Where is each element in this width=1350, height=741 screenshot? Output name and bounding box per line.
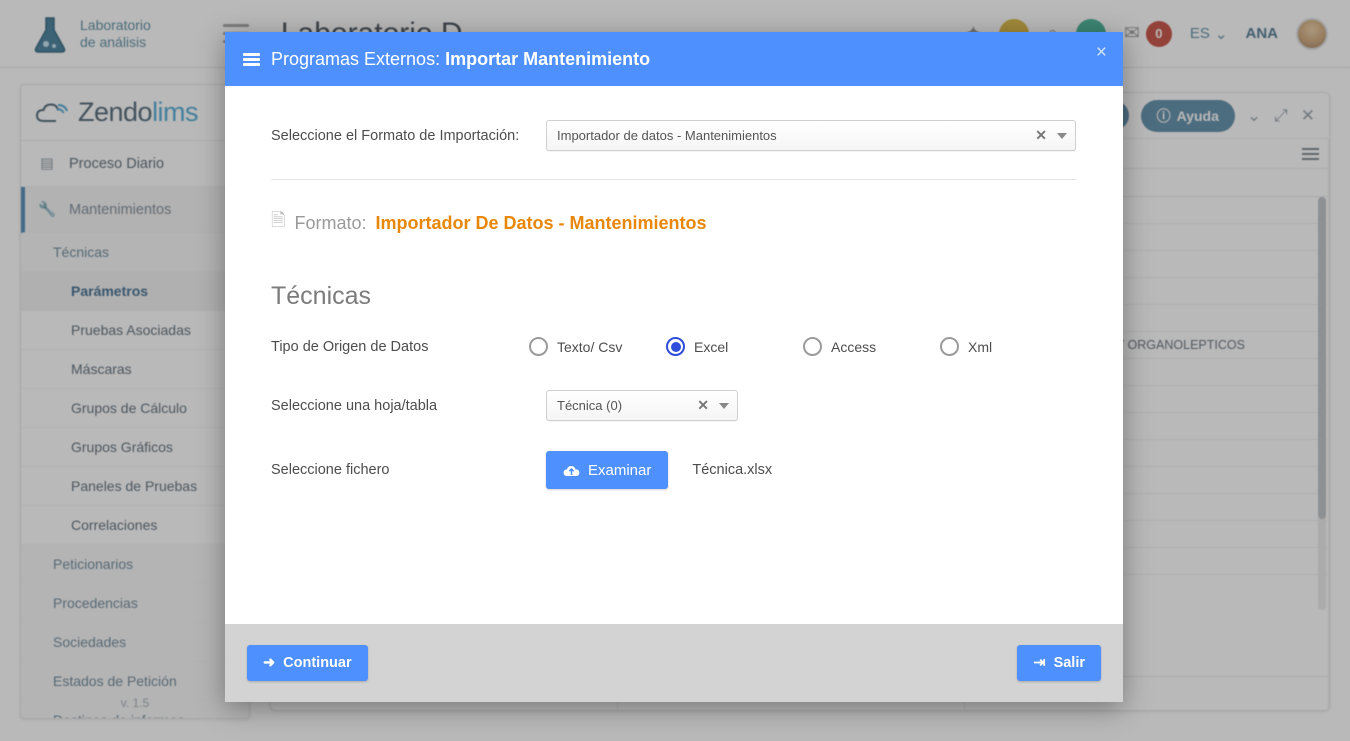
origin-radio-label: Texto/ Csv — [557, 338, 623, 355]
file-select-row: Seleccione fichero Examinar Técnica.xlsx — [271, 451, 1077, 489]
browse-button[interactable]: Examinar — [546, 451, 669, 489]
format-info: 🗎 Formato: Importador De Datos - Manteni… — [271, 208, 1077, 238]
origin-type-radio-group: Texto/ Csv Excel Access Xml — [529, 337, 1077, 356]
origin-radio-texto-csv[interactable]: Texto/ Csv — [529, 337, 666, 356]
radio-button-icon[interactable] — [666, 337, 685, 356]
origin-radio-excel[interactable]: Excel — [666, 337, 803, 356]
format-select[interactable]: Importador de datos - Mantenimientos ✕ — [546, 120, 1076, 151]
modal-header: Programas Externos: Importar Mantenimien… — [225, 32, 1123, 86]
exit-button[interactable]: ⇥ Salir — [1017, 645, 1101, 681]
sheet-select-label: Seleccione una hoja/tabla — [271, 397, 438, 414]
exit-button-label: Salir — [1053, 655, 1085, 671]
list-icon — [243, 52, 260, 66]
format-select-value: Importador de datos - Mantenimientos — [557, 128, 777, 143]
origin-type-label: Tipo de Origen de Datos — [271, 338, 429, 355]
sheet-select[interactable]: Técnica (0) ✕ — [546, 390, 738, 421]
section-divider — [271, 179, 1077, 180]
continue-button[interactable]: ➜ Continuar — [247, 645, 368, 681]
file-select-label: Seleccione fichero — [271, 462, 390, 478]
logout-icon: ⇥ — [1033, 655, 1046, 671]
cloud-upload-icon — [563, 465, 580, 476]
arrow-right-icon: ➜ — [263, 655, 276, 671]
document-icon: 🗎 — [271, 210, 286, 230]
modal-title: Programas Externos: Importar Mantenimien… — [271, 49, 650, 70]
origin-radio-access[interactable]: Access — [803, 337, 940, 356]
import-maintenance-modal: Programas Externos: Importar Mantenimien… — [225, 32, 1123, 702]
modal-title-prefix: Programas Externos: — [271, 48, 446, 69]
chevron-down-icon[interactable] — [719, 402, 729, 409]
format-select-row: Seleccione el Formato de Importación: Im… — [271, 120, 1077, 151]
origin-radio-xml[interactable]: Xml — [940, 337, 1077, 356]
origin-radio-label: Access — [831, 338, 877, 355]
selected-file-name: Técnica.xlsx — [692, 462, 773, 478]
section-title: Técnicas — [271, 282, 372, 310]
radio-button-icon[interactable] — [803, 337, 822, 356]
sheet-select-value: Técnica (0) — [557, 398, 623, 413]
continue-button-label: Continuar — [283, 655, 352, 671]
radio-button-icon[interactable] — [529, 337, 548, 356]
sheet-select-row: Seleccione una hoja/tabla Técnica (0) ✕ — [271, 390, 1077, 421]
origin-radio-label: Excel — [694, 338, 729, 355]
modal-title-main: Importar Mantenimiento — [445, 48, 651, 69]
origin-radio-label: Xml — [968, 338, 993, 355]
clear-icon[interactable]: ✕ — [1035, 127, 1047, 144]
clear-icon[interactable]: ✕ — [697, 397, 709, 414]
chevron-down-icon[interactable] — [1057, 132, 1067, 139]
radio-button-icon[interactable] — [940, 337, 959, 356]
modal-body: Seleccione el Formato de Importación: Im… — [225, 86, 1123, 624]
browse-button-label: Examinar — [588, 461, 652, 479]
format-info-value: Importador De Datos - Mantenimientos — [375, 212, 707, 233]
format-info-label: Formato: — [294, 212, 367, 233]
modal-footer: ➜ Continuar ⇥ Salir — [225, 624, 1123, 702]
origin-type-row: Tipo de Origen de Datos Texto/ Csv Excel A… — [271, 337, 1077, 356]
format-select-label: Seleccione el Formato de Importación: — [271, 127, 520, 144]
close-icon[interactable]: × — [1096, 43, 1107, 62]
